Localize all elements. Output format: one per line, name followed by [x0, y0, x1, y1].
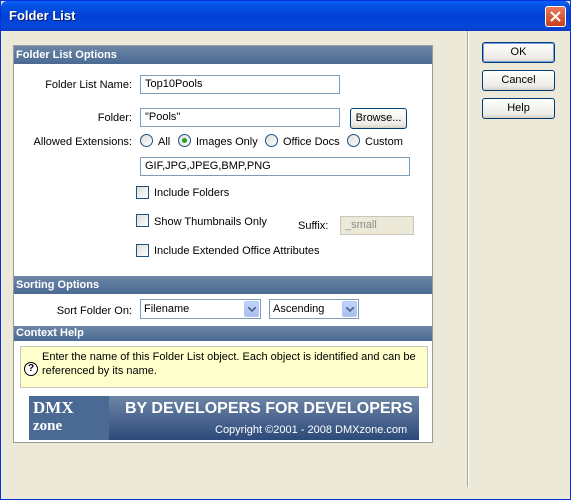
folder-list-name-label: Folder List Name:: [45, 79, 132, 91]
folder-input[interactable]: "Pools": [140, 108, 340, 127]
radio-images-only[interactable]: [178, 134, 191, 147]
banner-copyright: Copyright ©2001 - 2008 DMXzone.com: [215, 424, 408, 436]
ok-button[interactable]: OK: [482, 42, 555, 63]
suffix-input[interactable]: _small: [340, 216, 414, 235]
cancel-button[interactable]: Cancel: [482, 70, 555, 91]
question-icon: ?: [24, 362, 38, 376]
sort-order-dropdown-button[interactable]: [342, 301, 357, 317]
context-help-text: Enter the name of this Folder List objec…: [42, 351, 416, 377]
context-help-header: Context Help: [14, 326, 432, 341]
folder-label: Folder:: [97, 112, 132, 124]
include-folders-label: Include Folders: [154, 187, 230, 199]
help-button[interactable]: Help: [482, 98, 555, 119]
suffix-label: Suffix:: [298, 220, 329, 232]
include-office-attributes-checkbox[interactable]: [136, 244, 149, 257]
radio-office-docs[interactable]: [265, 134, 278, 147]
radio-all-label: All: [158, 136, 171, 148]
window-title: Folder List: [9, 8, 76, 23]
extensions-input[interactable]: GIF,JPG,JPEG,BMP,PNG: [140, 157, 410, 176]
close-button[interactable]: [545, 6, 566, 27]
dmxzone-logo: DMX zone: [29, 396, 109, 440]
dialog-window: Folder List Folder List Options Folder L…: [0, 0, 571, 500]
main-panel: Folder List Options Folder List Name: To…: [13, 45, 433, 443]
chevron-down-icon: [248, 307, 256, 312]
context-help-box: ? Enter the name of this Folder List obj…: [20, 346, 428, 388]
include-folders-checkbox[interactable]: [136, 186, 149, 199]
browse-button[interactable]: Browse...: [350, 108, 407, 129]
sort-field-select[interactable]: Filename: [140, 299, 261, 319]
sort-order-select[interactable]: Ascending: [269, 299, 359, 319]
sort-field-value: Filename: [144, 303, 190, 315]
show-thumbnails-checkbox[interactable]: [136, 214, 149, 227]
logo-text-bottom: zone: [33, 418, 63, 434]
radio-images-only-label: Images Only: [196, 136, 258, 148]
radio-all[interactable]: [140, 134, 153, 147]
show-thumbnails-label: Show Thumbnails Only: [154, 216, 267, 228]
folder-list-options-header: Folder List Options: [14, 46, 432, 64]
title-bar[interactable]: Folder List: [1, 1, 570, 31]
logo-text-top: DMX: [33, 398, 74, 417]
vertical-divider: [467, 31, 469, 487]
allowed-extensions-label: Allowed Extensions:: [33, 136, 132, 148]
banner-slogan: BY DEVELOPERS FOR DEVELOPERS: [125, 400, 413, 417]
radio-office-docs-label: Office Docs: [283, 136, 340, 148]
sorting-options-header: Sorting Options: [14, 276, 432, 294]
dmxzone-banner[interactable]: DMX zone BY DEVELOPERS FOR DEVELOPERS Co…: [29, 396, 419, 440]
sort-order-value: Ascending: [273, 303, 325, 315]
close-icon: [550, 11, 561, 22]
sort-folder-on-label: Sort Folder On:: [56, 305, 132, 317]
sort-field-dropdown-button[interactable]: [244, 301, 259, 317]
radio-custom[interactable]: [347, 134, 360, 147]
chevron-down-icon: [346, 307, 354, 312]
include-office-attributes-label: Include Extended Office Attributes: [154, 245, 320, 257]
radio-custom-label: Custom: [365, 136, 403, 148]
folder-list-name-input[interactable]: Top10Pools: [140, 75, 340, 94]
